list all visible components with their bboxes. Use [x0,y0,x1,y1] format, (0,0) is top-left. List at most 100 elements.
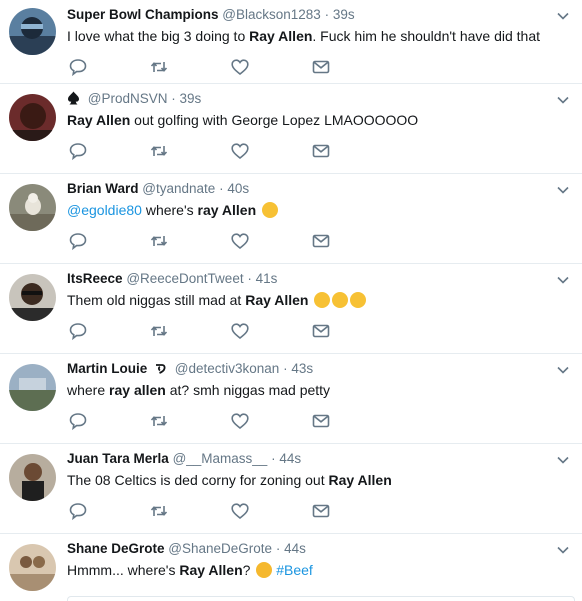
timestamp[interactable]: 41s [256,271,278,286]
separator-dot: · [171,91,176,106]
timestamp[interactable]: 39s [180,91,202,106]
like-heart-icon[interactable] [230,411,250,431]
reply-icon[interactable] [68,501,88,521]
user-handle[interactable]: @ReeceDontTweet [126,271,243,286]
laughing-emoji-icon [332,292,349,308]
display-name[interactable]: ItsReece [67,271,123,286]
display-name[interactable]: Super Bowl Champions [67,7,219,22]
retweet-icon[interactable] [149,411,169,431]
reply-icon[interactable] [68,141,88,161]
retweet-icon[interactable] [149,141,169,161]
tweet-header: Super Bowl Champions @Blackson1283 · 39s [67,7,355,23]
chevron-down-icon[interactable] [556,453,570,467]
tweet[interactable]: ItsReece @ReeceDontTweet · 41s Them old … [0,264,582,354]
chevron-down-icon[interactable] [556,273,570,287]
thinking-face-emoji-icon [256,562,273,578]
tweet-header: Brian Ward @tyandnate · 40s [67,181,249,197]
user-handle[interactable]: @detectiv3konan [175,361,280,376]
chevron-down-icon[interactable] [556,93,570,107]
display-name[interactable]: Juan Tara Merla [67,451,169,466]
reply-icon[interactable] [68,231,88,251]
avatar[interactable] [9,364,56,411]
spade-icon [67,91,80,109]
tweet-text: where ray allen at? smh niggas mad petty [67,381,330,399]
timestamp[interactable]: 44s [284,541,306,556]
user-handle[interactable]: @Blackson1283 [222,7,321,22]
like-heart-icon[interactable] [230,141,250,161]
user-handle[interactable]: @tyandnate [142,181,215,196]
text-segment: Hmmm... where's [67,562,180,578]
display-name[interactable]: Brian Ward [67,181,139,196]
like-heart-icon[interactable] [230,501,250,521]
laughing-emoji-icon [350,292,367,308]
direct-message-icon[interactable] [311,411,331,431]
chevron-down-icon[interactable] [556,363,570,377]
tweet-actions [68,411,338,431]
chevron-down-icon[interactable] [556,9,570,23]
like-heart-icon[interactable] [230,231,250,251]
chevron-down-icon[interactable] [556,183,570,197]
retweet-icon[interactable] [149,321,169,341]
tweet[interactable]: Martin Louie @detectiv3konan · 43s where… [0,354,582,444]
retweet-icon[interactable] [149,501,169,521]
tweet-header: @ProdNSVN · 39s [67,91,201,109]
text-segment: where [67,382,110,398]
highlighted-term: Ray Allen [249,28,313,44]
timestamp[interactable]: 40s [227,181,249,196]
like-heart-icon[interactable] [230,57,250,77]
avatar[interactable] [9,274,56,321]
tweet[interactable]: Super Bowl Champions @Blackson1283 · 39s… [0,0,582,84]
tweet-text: The 08 Celtics is ded corny for zoning o… [67,471,392,489]
separator-dot: · [247,271,252,286]
user-handle[interactable]: @ProdNSVN [88,91,168,106]
direct-message-icon[interactable] [311,57,331,77]
reply-icon[interactable] [68,411,88,431]
mention-link[interactable]: @egoldie80 [67,202,142,218]
direct-message-icon[interactable] [311,501,331,521]
tweet-header: Martin Louie @detectiv3konan · 43s [67,361,313,379]
text-segment: where's [141,202,198,218]
tweet[interactable]: Juan Tara Merla @__Mamass__ · 44s The 08… [0,444,582,534]
timeline-feed: Super Bowl Champions @Blackson1283 · 39s… [0,0,582,601]
reply-icon[interactable] [68,57,88,77]
text-segment: out golfing with George Lopez LMAOOOOOO [130,112,419,128]
retweet-icon[interactable] [149,231,169,251]
chevron-down-icon[interactable] [556,543,570,557]
reply-icon[interactable] [68,321,88,341]
timestamp[interactable]: 43s [291,361,313,376]
tweet[interactable]: @ProdNSVN · 39s Ray Allen out golfing wi… [0,84,582,174]
tweet-text: Ray Allen out golfing with George Lopez … [67,111,418,129]
display-name[interactable]: Shane DeGrote [67,541,165,556]
text-segment: at? smh niggas mad petty [165,382,331,398]
highlighted-term: Ray Allen [245,292,309,308]
tweet[interactable]: Brian Ward @tyandnate · 40s @egoldie80 w… [0,174,582,264]
tweet[interactable]: Shane DeGrote @ShaneDeGrote · 44s Hmmm..… [0,534,582,601]
avatar[interactable] [9,8,56,55]
user-handle[interactable]: @__Mamass__ [173,451,268,466]
tweet-text: Them old niggas still mad at Ray Allen [67,291,367,309]
timestamp[interactable]: 39s [333,7,355,22]
direct-message-icon[interactable] [311,231,331,251]
tweet-header: Shane DeGrote @ShaneDeGrote · 44s [67,541,306,557]
direct-message-icon[interactable] [311,321,331,341]
avatar[interactable] [9,94,56,141]
hashtag-link[interactable]: #Beef [276,562,313,578]
separator-dot: · [324,7,330,22]
avatar[interactable] [9,454,56,501]
laughing-emoji-icon [262,202,279,218]
text-segment: . Fuck him he shouldn't have did that [312,28,540,44]
laughing-emoji-icon [314,292,331,308]
user-handle[interactable]: @ShaneDeGrote [168,541,272,556]
text-segment: ? [242,562,255,578]
separator-dot: · [283,361,288,376]
tweet-header: Juan Tara Merla @__Mamass__ · 44s [67,451,301,467]
avatar[interactable] [9,184,56,231]
display-name[interactable]: Martin Louie [67,361,147,376]
curl-symbol-icon [153,361,167,379]
timestamp[interactable]: 44s [279,451,301,466]
direct-message-icon[interactable] [311,141,331,161]
avatar[interactable] [9,544,56,591]
like-heart-icon[interactable] [230,321,250,341]
text-segment: Them old niggas still mad at [67,292,246,308]
retweet-icon[interactable] [149,57,169,77]
